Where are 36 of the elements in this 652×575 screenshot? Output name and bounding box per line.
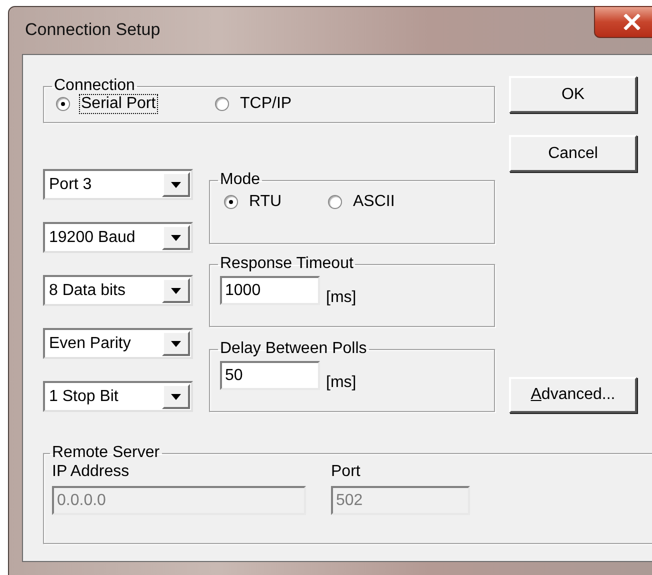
radio-option[interactable]: RTU	[224, 193, 328, 211]
group-label: Connection	[53, 77, 136, 95]
dropdown-button[interactable]	[162, 384, 190, 409]
text-field[interactable]: 50	[220, 361, 320, 390]
dialog-button[interactable]: OK	[509, 76, 637, 113]
field-label: IP Address	[52, 462, 130, 482]
dropdown[interactable]: Port 3	[43, 169, 193, 200]
unit-label: [ms]	[326, 374, 356, 392]
dropdown-button[interactable]	[162, 278, 190, 303]
group-label: Mode	[219, 171, 262, 189]
caret-icon	[171, 234, 181, 240]
dropdown[interactable]: 1 Stop Bit	[43, 381, 193, 412]
dialog-button[interactable]: Cancel	[509, 135, 637, 172]
dropdown-button[interactable]	[162, 331, 190, 356]
dropdown[interactable]: 8 Data bits	[43, 275, 193, 306]
radio-option[interactable]: TCP/IP	[213, 95, 372, 113]
caret-icon	[171, 340, 181, 346]
caret-icon	[171, 288, 181, 294]
group-label: Remote Server	[51, 444, 161, 462]
caret-icon	[171, 394, 181, 400]
group-label: Response Timeout	[219, 255, 354, 273]
close-button[interactable]	[594, 6, 652, 38]
dropdown[interactable]: Even Parity	[43, 328, 193, 359]
unit-label: [ms]	[326, 289, 356, 307]
dropdown[interactable]: 19200 Baud	[43, 222, 193, 253]
caret-icon	[171, 182, 181, 188]
radio-option[interactable]: Serial Port	[54, 95, 213, 113]
group-label: Delay Between Polls	[219, 340, 368, 358]
advanced-button[interactable]: Advanced...	[509, 377, 637, 413]
window-title: Connection Setup	[25, 20, 160, 40]
field-label: Port	[331, 462, 362, 482]
dropdown-button[interactable]	[162, 225, 190, 250]
dropdown-button[interactable]	[162, 172, 190, 197]
radio-option[interactable]: ASCII	[328, 193, 432, 211]
text-field[interactable]: 1000	[220, 276, 320, 305]
close-icon	[623, 14, 641, 30]
